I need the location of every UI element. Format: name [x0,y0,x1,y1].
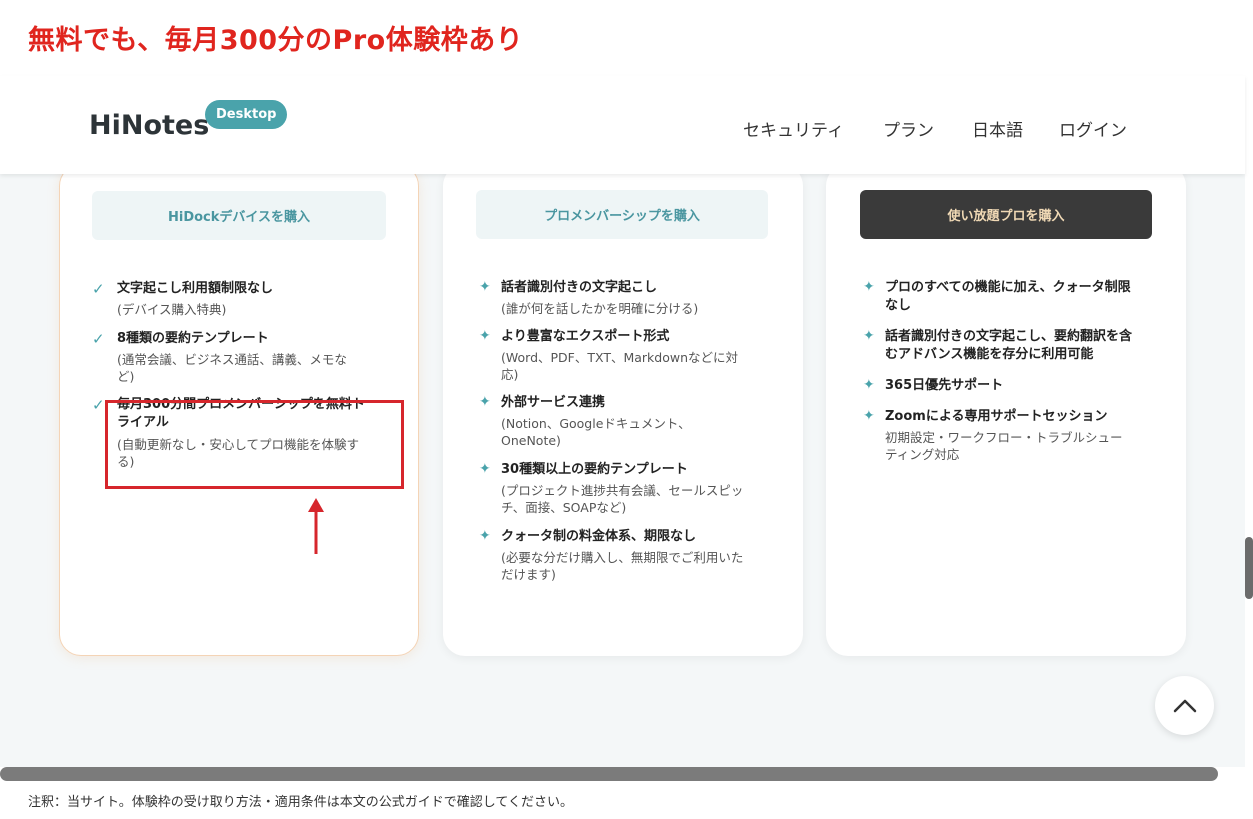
feature-title: むアドバンス機能を存分に利用可能 [885,347,1094,362]
feature-subtitle: (デバイス購入特典) [117,302,227,317]
up-arrow-annotation-icon [308,498,324,554]
check-icon: ✓ [92,330,105,348]
feature-subtitle: 初期設定・ワークフロー・トラブルシュー [885,430,1123,445]
buy-unlimited-pro-button[interactable]: 使い放題プロを購入 [860,190,1152,239]
feature-title: Zoomによる専用サポートセッション [885,409,1108,424]
feature-subtitle: (プロジェクト進捗共有会議、セールスピッ [501,483,744,498]
feature-subtitle: ティング対応 [885,447,960,462]
sparkle-icon: ✦ [479,394,491,410]
feature-title: プロのすべての機能に加え、クォータ制限 [885,280,1131,295]
sparkle-icon: ✦ [863,408,875,424]
feature-title: 話者識別付きの文字起こし、要約翻訳を含 [885,329,1133,344]
feature-subtitle: チ、面接、SOAPなど) [501,500,627,515]
scroll-to-top-button[interactable] [1155,676,1214,735]
feature-subtitle: だけます) [501,567,556,582]
feature-title: 文字起こし利用額制限なし [117,281,274,296]
sparkle-icon: ✦ [863,377,875,393]
feature-title: 365日優先サポート [885,378,1004,393]
feature-subtitle: OneNote) [501,433,561,448]
feature-title: クォータ制の料金体系、期限なし [501,529,697,544]
check-icon: ✓ [92,396,105,414]
desktop-badge: Desktop [205,100,288,129]
feature-subtitle: (通常会議、ビジネス通話、講義、メモな [117,352,347,367]
nav-security[interactable]: セキュリティ [743,116,844,141]
highlight-annotation-box [105,400,404,489]
buy-pro-button[interactable]: プロメンバーシップを購入 [476,190,768,239]
feature-subtitle: ど) [117,369,135,384]
nav-login[interactable]: ログイン [1059,116,1127,141]
buy-hidock-button[interactable]: HiDockデバイスを購入 [92,191,386,240]
feature-title: 話者識別付きの文字起こし [501,280,658,295]
feature-title: より豊富なエクスポート形式 [501,329,670,344]
footnote: 注釈：当サイト。体験枠の受け取り方法・適用条件は本文の公式ガイドで確認してくださ… [28,795,573,810]
feature-title: 外部サービス連携 [501,395,606,410]
nav-plans[interactable]: プラン [883,116,934,141]
promo-headline: 無料でも、毎月300分のPro体験枠あり [28,25,524,56]
feature-subtitle: (Word、PDF、TXT、Markdownなどに対 [501,350,739,365]
hinotes-logo[interactable]: HiNotes [89,110,209,141]
vertical-scrollbar-thumb[interactable] [1245,537,1253,599]
plan-card-unlimited-pro: 使い放題プロを購入 ✦ プロのすべての機能に加え、クォータ制限 なし ✦ 話者識… [826,164,1186,656]
sparkle-icon: ✦ [479,461,491,477]
sparkle-icon: ✦ [863,328,875,344]
feature-subtitle: (誰が何を話したかを明確に分ける) [501,301,699,316]
sparkle-icon: ✦ [479,528,491,544]
sparkle-icon: ✦ [479,279,491,295]
feature-title: 30種類以上の要約テンプレート [501,462,688,477]
check-icon: ✓ [92,280,105,298]
feature-subtitle: (Notion、Googleドキュメント、 [501,416,691,431]
site-header: HiNotes Desktop セキュリティ プラン 日本語 ログイン [0,76,1245,174]
chevron-up-icon [1173,699,1196,712]
feature-subtitle: 応) [501,367,519,382]
horizontal-scrollbar-thumb[interactable] [0,767,1218,781]
nav-language[interactable]: 日本語 [972,116,1023,141]
feature-subtitle: (必要な分だけ購入し、無期限でご利用いた [501,550,744,565]
plan-card-pro: プロメンバーシップを購入 ✦ 話者識別付きの文字起こし (誰が何を話したかを明確… [443,164,803,656]
sparkle-icon: ✦ [863,279,875,295]
feature-title: なし [885,298,912,313]
sparkle-icon: ✦ [479,328,491,344]
feature-title: 8種類の要約テンプレート [117,331,269,346]
